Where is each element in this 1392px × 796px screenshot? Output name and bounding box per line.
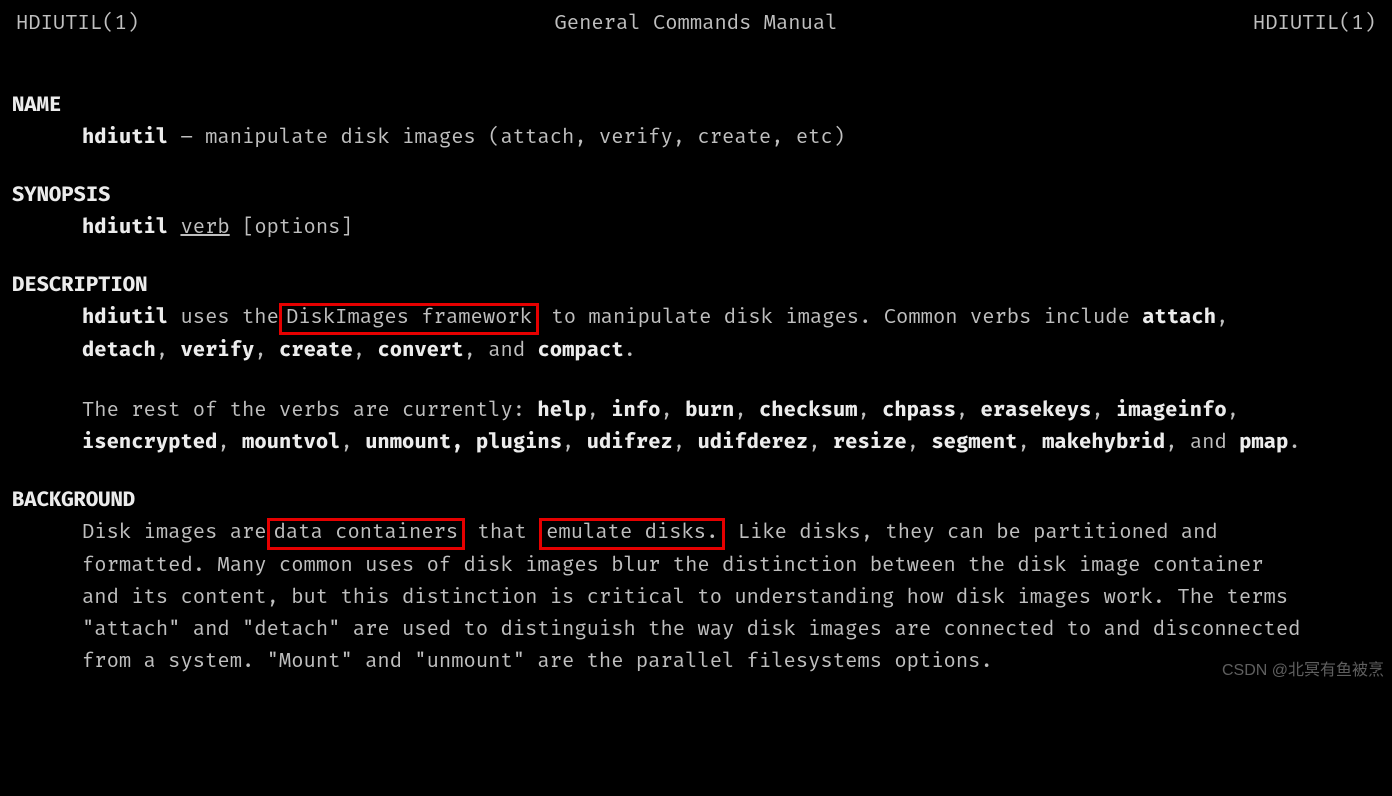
verb-create: create [279, 339, 353, 363]
verb-segment: segment [931, 431, 1017, 455]
section-synopsis-body: hdiutil verb [options] [82, 212, 1312, 244]
desc2-and: , and [1165, 431, 1239, 455]
boxed-emulate-disks: emulate disks. [539, 518, 725, 550]
verb-unmount: unmount, [365, 431, 463, 455]
verb-compact: compact [537, 339, 623, 363]
synopsis-verb: verb [180, 216, 229, 240]
manpage-header: HDIUTIL(1) General Commands Manual HDIUT… [12, 8, 1380, 40]
name-desc: – manipulate disk images (attach, verify… [168, 126, 845, 150]
description-para1: hdiutil uses the DiskImages framework to… [82, 302, 1312, 367]
synopsis-options: [options] [230, 216, 353, 240]
section-name-head: NAME [12, 90, 1380, 122]
verb-resize: resize [833, 431, 907, 455]
boxed-data-containers: data containers [267, 518, 466, 550]
header-left: HDIUTIL(1) [16, 8, 139, 40]
verb-detach: detach [82, 339, 156, 363]
watermark: CSDN @北冥有鱼被烹 [1222, 658, 1384, 684]
verb-isencrypted: isencrypted [82, 431, 217, 455]
synopsis-cmd: hdiutil [82, 216, 168, 240]
bg-t2: that [465, 521, 539, 545]
verb-chpass: chpass [882, 399, 956, 423]
verb-udifderez: udifderez [697, 431, 808, 455]
verb-plugins: plugins [476, 431, 562, 455]
desc-t1: uses the [168, 306, 279, 330]
desc-t2: to manipulate disk images. Common verbs … [539, 306, 1142, 330]
header-right: HDIUTIL(1) [1253, 8, 1376, 40]
verb-pmap: pmap [1239, 431, 1288, 455]
verb-udifrez: udifrez [587, 431, 673, 455]
verb-burn: burn [685, 399, 734, 423]
desc-cmd: hdiutil [82, 306, 168, 330]
verb-attach: attach [1142, 306, 1216, 330]
header-center: General Commands Manual [554, 8, 837, 40]
verb-checksum: checksum [759, 399, 857, 423]
section-name-body: hdiutil – manipulate disk images (attach… [82, 122, 1312, 154]
verb-info: info [611, 399, 660, 423]
verb-verify: verify [180, 339, 254, 363]
verb-convert: convert [377, 339, 463, 363]
bg-t1: Disk images are [82, 521, 267, 545]
section-background-head: BACKGROUND [12, 485, 1380, 517]
section-description-head: DESCRIPTION [12, 270, 1380, 302]
desc2-period: . [1288, 431, 1300, 455]
desc-period: . [624, 339, 636, 363]
boxed-diskimages-framework: DiskImages framework [279, 303, 539, 335]
desc2-t0: The rest of the verbs are currently: [82, 399, 537, 423]
desc-and: , and [464, 339, 538, 363]
verb-imageinfo: imageinfo [1116, 399, 1227, 423]
verb-erasekeys: erasekeys [981, 399, 1092, 423]
verb-help: help [537, 399, 586, 423]
verb-mountvol: mountvol [242, 431, 340, 455]
cmd-name: hdiutil [82, 126, 168, 150]
description-para2: The rest of the verbs are currently: hel… [82, 395, 1312, 459]
section-synopsis-head: SYNOPSIS [12, 180, 1380, 212]
background-para: Disk images are data containers that emu… [82, 517, 1312, 678]
verb-makehybrid: makehybrid [1042, 431, 1165, 455]
